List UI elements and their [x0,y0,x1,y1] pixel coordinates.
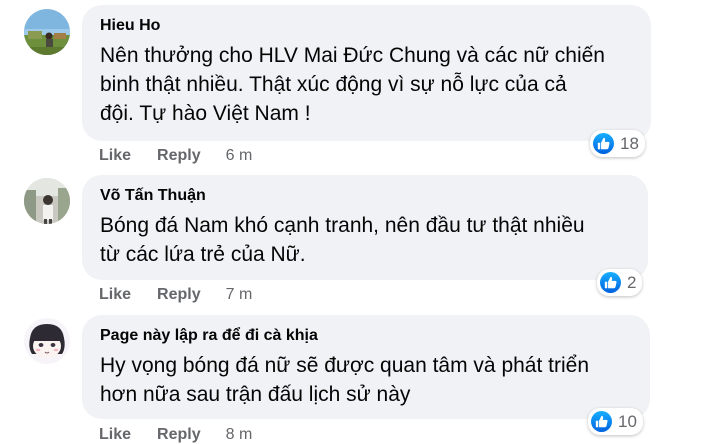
reply-button[interactable]: Reply [157,147,201,165]
comment-text: Bóng đá Nam khó cạnh tranh, nên đầu tư t… [100,214,585,266]
comment-actions: Like Reply 7 m [99,285,252,305]
reaction-summary[interactable]: 2 [597,269,643,296]
comment-author[interactable]: Võ Tấn Thuận [100,186,631,206]
reaction-summary[interactable]: 18 [590,130,645,157]
like-icon [600,272,621,293]
comment-actions: Like Reply 8 m [99,425,252,444]
like-button[interactable]: Like [99,147,131,165]
reaction-count: 10 [618,411,637,431]
comment-bubble: Page này lập ra để đi cà khịa Hy vọng bó… [82,315,650,419]
comment-item: Võ Tấn Thuận Bóng đá Nam khó cạnh tranh,… [0,170,715,310]
like-button[interactable]: Like [99,426,131,444]
comment-list: Hieu Ho Nên thưởng cho HLV Mai Đức Chung… [0,0,715,444]
reaction-count: 2 [627,272,637,292]
comment-author[interactable]: Page này lập ra để đi cà khịa [100,326,633,346]
comment-timestamp[interactable]: 7 m [226,286,253,304]
comment-author[interactable]: Hieu Ho [100,16,634,36]
avatar[interactable] [24,9,70,55]
comment-text: Hy vọng bóng đá nữ sẽ được quan tâm và p… [100,354,590,406]
like-button[interactable]: Like [99,286,131,304]
comment-text: Nên thưởng cho HLV Mai Đức Chung và các … [100,44,605,125]
reaction-summary[interactable]: 10 [588,408,643,435]
comment-bubble: Võ Tấn Thuận Bóng đá Nam khó cạnh tranh,… [82,175,648,280]
comment-timestamp[interactable]: 8 m [226,426,253,444]
comment-item: Page này lập ra để đi cà khịa Hy vọng bó… [0,310,715,444]
comment-actions: Like Reply 6 m [99,146,252,166]
comment-timestamp[interactable]: 6 m [226,147,253,165]
avatar-cartoon-face-icon [24,318,70,364]
like-icon [593,133,614,154]
avatar[interactable] [24,318,70,364]
avatar-person-outdoors-icon [24,178,70,224]
reaction-count: 18 [620,133,639,153]
comment-item: Hieu Ho Nên thưởng cho HLV Mai Đức Chung… [0,0,715,170]
avatar[interactable] [24,178,70,224]
reply-button[interactable]: Reply [157,286,201,304]
reply-button[interactable]: Reply [157,426,201,444]
avatar-landscape-icon [24,9,70,55]
like-icon [591,411,612,432]
comment-bubble: Hieu Ho Nên thưởng cho HLV Mai Đức Chung… [82,5,651,141]
